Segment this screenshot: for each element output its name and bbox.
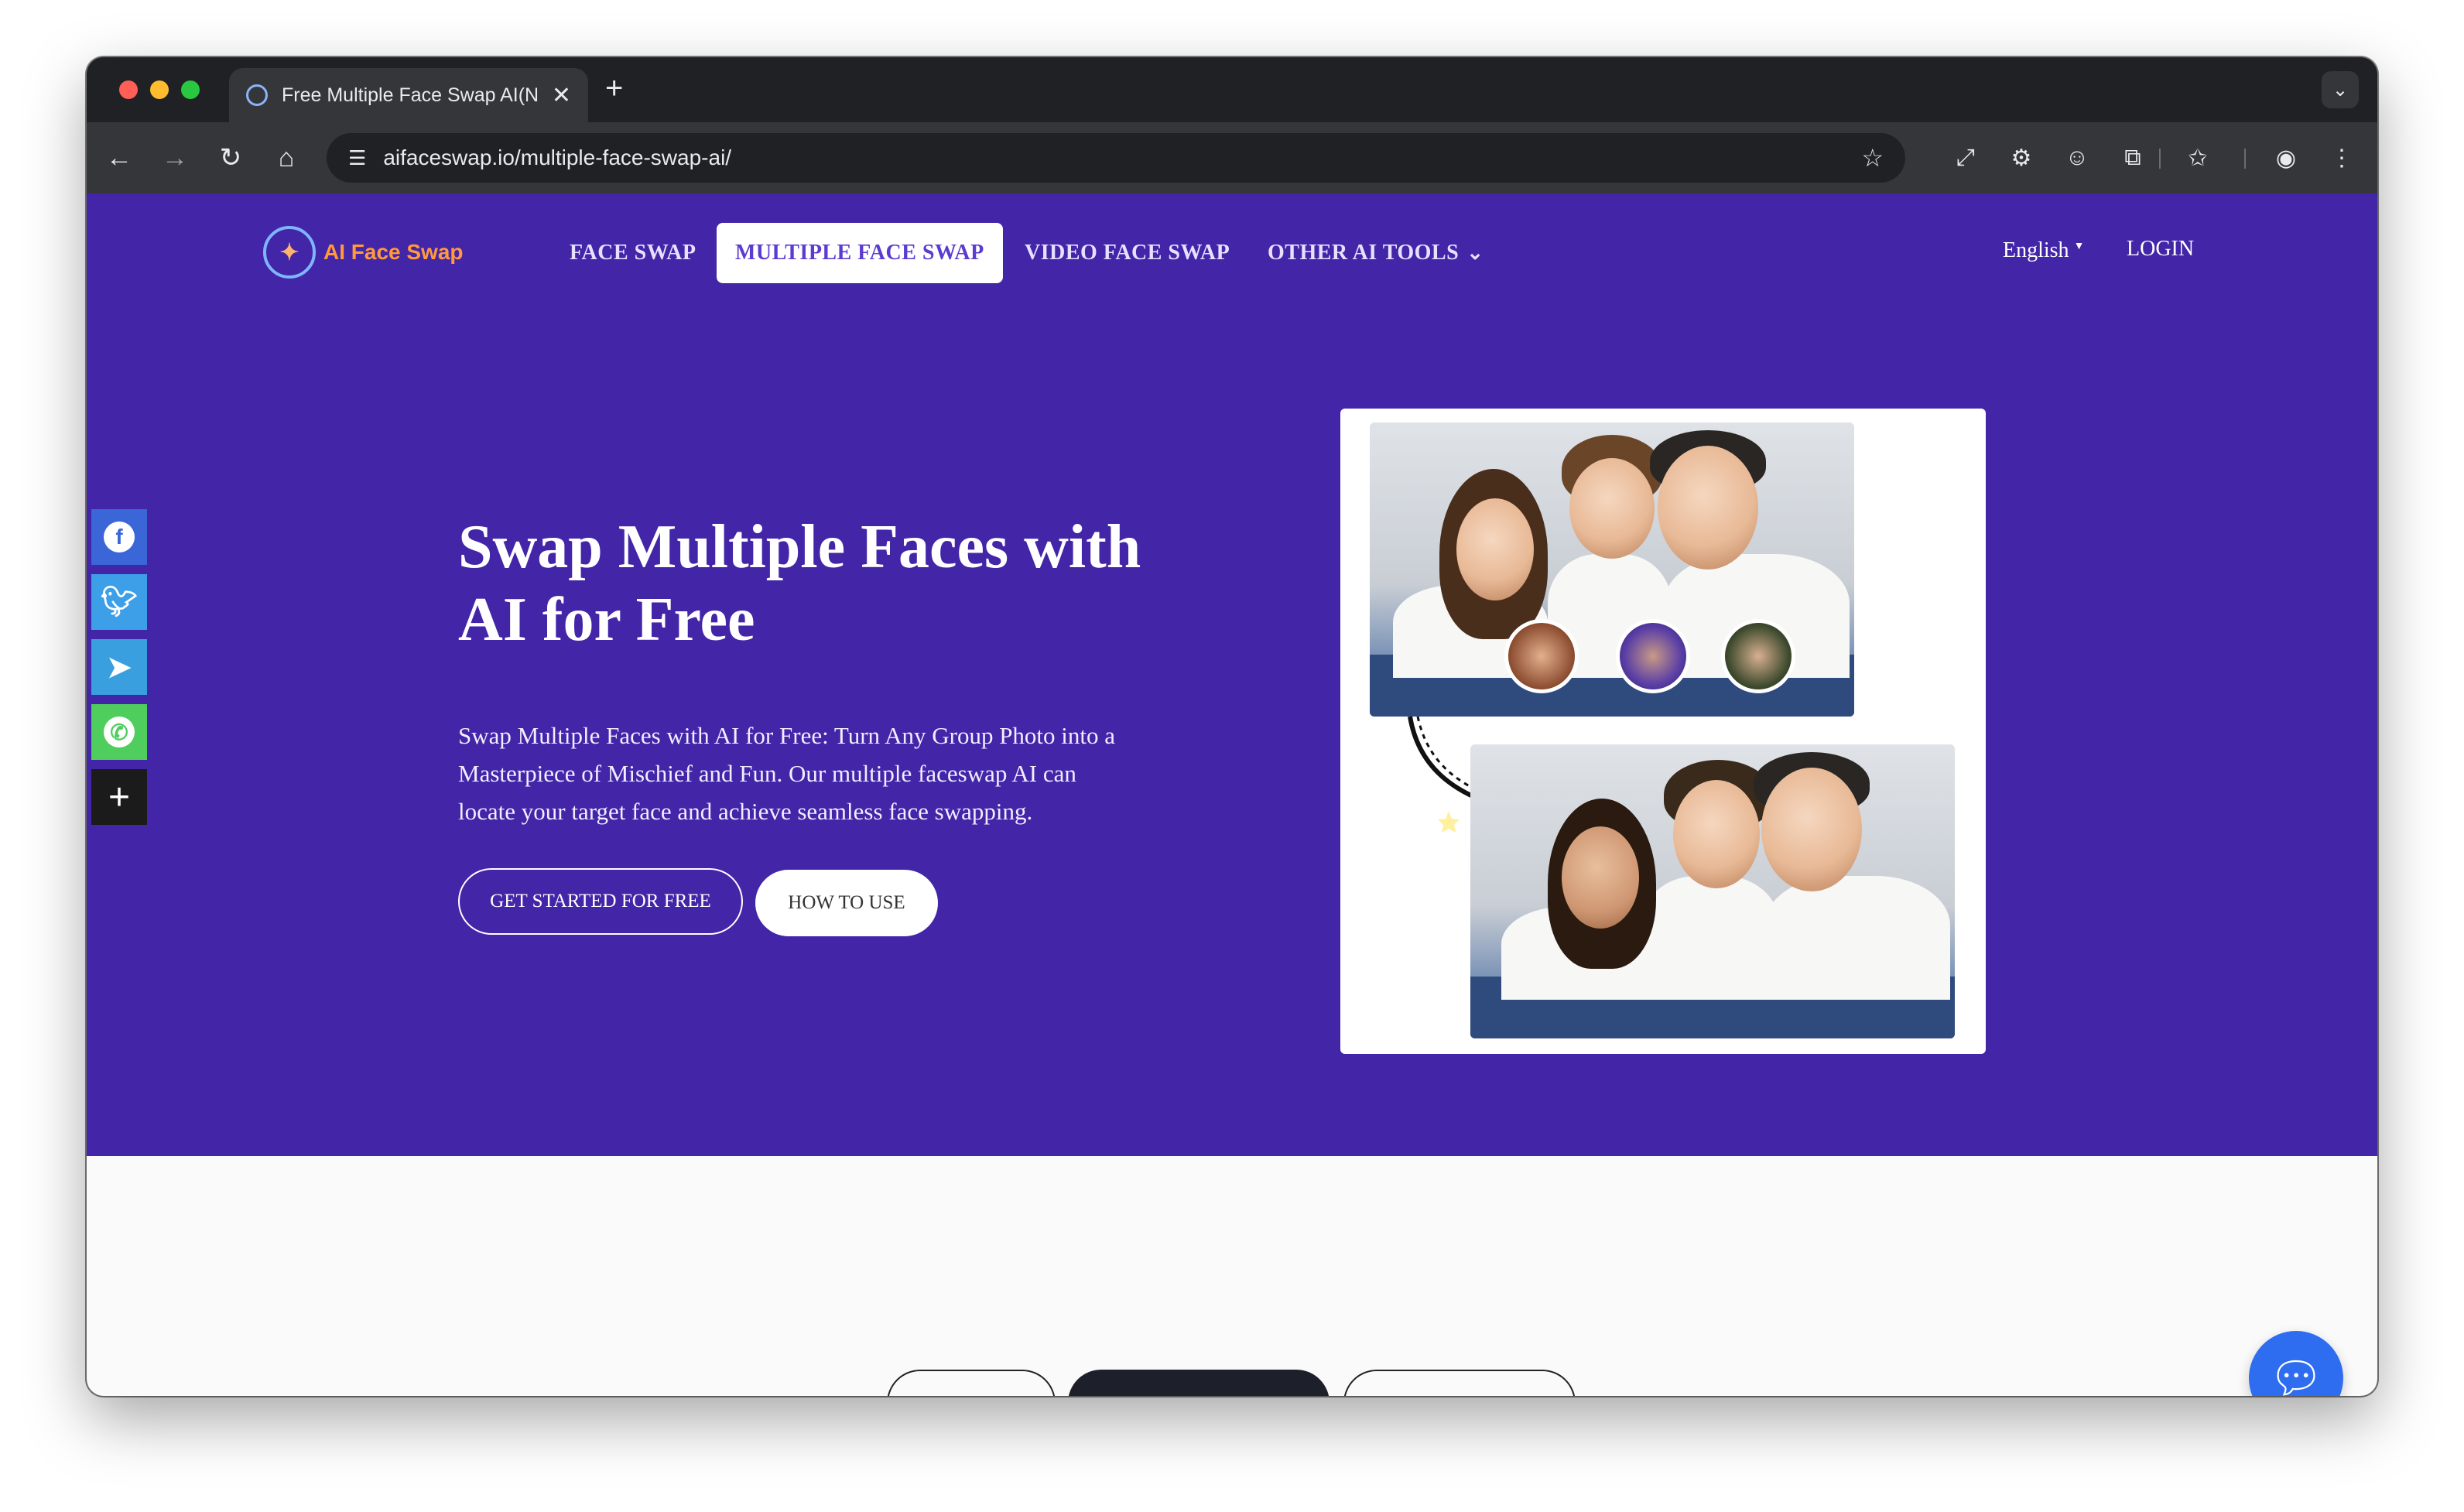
language-selector[interactable]: English ▼ bbox=[2003, 238, 2084, 263]
share-whatsapp[interactable]: ✆ bbox=[91, 704, 147, 760]
tab-face-swap[interactable]: FACE SWAP bbox=[887, 1370, 1056, 1396]
share-facebook[interactable]: f bbox=[91, 509, 147, 565]
back-arrow-icon[interactable]: ← bbox=[101, 139, 138, 176]
original-group-photo bbox=[1370, 422, 1854, 717]
browser-menu-icon[interactable]: ⋮ bbox=[2323, 139, 2360, 176]
swapped-group-photo bbox=[1470, 744, 1955, 1038]
hero-headline: Swap Multiple Faces with AI for Free bbox=[458, 513, 1141, 654]
profile-avatar-icon[interactable]: ◉ bbox=[2267, 139, 2305, 176]
target-face-circle bbox=[1616, 619, 1690, 693]
tab-multiple-swap-face[interactable]: MULTIPLE SWAP FACE bbox=[1068, 1370, 1330, 1396]
nav-other-ai-tools-label: OTHER AI TOOLS bbox=[1268, 241, 1460, 265]
address-bar[interactable]: ☰ aifaceswap.io/multiple-face-swap-ai/ ☆ bbox=[327, 133, 1905, 183]
share-telegram[interactable]: ➤ bbox=[91, 639, 147, 695]
expand-icon[interactable]: ⤢ bbox=[1947, 139, 1984, 176]
site-settings-icon[interactable]: ☰ bbox=[348, 146, 366, 170]
whatsapp-icon: ✆ bbox=[104, 717, 135, 747]
facebook-icon: f bbox=[104, 522, 135, 552]
browser-window: Free Multiple Face Swap AI(N ✕ + ⌄ ← → ↻… bbox=[87, 57, 2377, 1396]
nav-face-swap[interactable]: FACE SWAP bbox=[570, 223, 696, 283]
example-image-card bbox=[1340, 409, 1986, 1054]
browser-tab-active[interactable]: Free Multiple Face Swap AI(N ✕ bbox=[229, 68, 588, 122]
extension-icon[interactable]: ⚙ bbox=[2003, 139, 2040, 176]
twitter-icon: 🐦︎ bbox=[100, 586, 139, 618]
share-more[interactable]: + bbox=[91, 769, 147, 825]
web-page: ✦ AI Face Swap FACE SWAP MULTIPLE FACE S… bbox=[87, 193, 2377, 1396]
tab-title: Free Multiple Face Swap AI(N bbox=[282, 84, 539, 106]
site-favicon-icon bbox=[246, 84, 268, 106]
tab-strip: Free Multiple Face Swap AI(N ✕ + ⌄ bbox=[87, 57, 2377, 122]
minimize-window-button[interactable] bbox=[150, 80, 169, 99]
hero-description: Swap Multiple Faces with AI for Free: Tu… bbox=[458, 722, 1116, 825]
photo-face-boy bbox=[1569, 458, 1655, 559]
url-text[interactable]: aifaceswap.io/multiple-face-swap-ai/ bbox=[383, 145, 1861, 170]
telegram-icon: ➤ bbox=[107, 651, 132, 684]
target-face-circle bbox=[1721, 619, 1795, 693]
target-face-circle bbox=[1504, 619, 1579, 693]
browser-toolbar: ← → ↻ ⌂ ☰ aifaceswap.io/multiple-face-sw… bbox=[87, 122, 2377, 193]
chat-button[interactable]: 💬︎ bbox=[2249, 1331, 2343, 1396]
toolbar-divider bbox=[2244, 149, 2246, 169]
login-link[interactable]: LOGIN bbox=[2127, 237, 2194, 262]
photo-face-man bbox=[1658, 446, 1758, 570]
photo-shirt bbox=[1764, 876, 1950, 1000]
photo-face-man-swapped bbox=[1673, 780, 1760, 888]
photo-face-man bbox=[1761, 768, 1862, 891]
reload-icon[interactable]: ↻ bbox=[212, 139, 249, 176]
bookmark-star-icon[interactable]: ☆ bbox=[1861, 143, 1884, 173]
chevron-down-icon: ⌄ bbox=[1466, 241, 1484, 264]
reading-list-icon[interactable]: ✩ bbox=[2179, 139, 2216, 176]
how-to-use-button[interactable]: HOW TO USE bbox=[755, 870, 938, 936]
photo-face-woman bbox=[1562, 826, 1639, 929]
extensions-puzzle-icon[interactable]: ⧉ bbox=[2114, 139, 2151, 176]
close-window-button[interactable] bbox=[119, 80, 138, 99]
nav-multiple-face-swap[interactable]: MULTIPLE FACE SWAP bbox=[717, 223, 1003, 283]
extension-face-icon[interactable]: ☺ bbox=[2058, 139, 2096, 176]
nav-other-ai-tools[interactable]: OTHER AI TOOLS ⌄ bbox=[1268, 223, 1484, 283]
new-tab-button[interactable]: + bbox=[605, 71, 623, 106]
maximize-window-button[interactable] bbox=[181, 80, 200, 99]
nav-video-face-swap[interactable]: VIDEO FACE SWAP bbox=[1025, 223, 1230, 283]
toolbar-divider bbox=[2159, 149, 2161, 169]
plus-icon: + bbox=[108, 776, 131, 818]
photo-face-woman bbox=[1456, 498, 1534, 600]
chat-bubble-icon: 💬︎ bbox=[2268, 1353, 2324, 1396]
share-twitter[interactable]: 🐦︎ bbox=[91, 574, 147, 630]
forward-arrow-icon[interactable]: → bbox=[156, 139, 193, 176]
language-label: English bbox=[2003, 238, 2069, 262]
tab-video-swap-face[interactable]: VIDEO SWAP FACE bbox=[1343, 1370, 1576, 1396]
tab-search-chevron-icon[interactable]: ⌄ bbox=[2322, 71, 2359, 108]
home-icon[interactable]: ⌂ bbox=[268, 139, 305, 176]
caret-down-icon: ▼ bbox=[2073, 240, 2085, 252]
get-started-button[interactable]: GET STARTED FOR FREE bbox=[458, 868, 743, 935]
hero-section: ✦ AI Face Swap FACE SWAP MULTIPLE FACE S… bbox=[87, 193, 2377, 1156]
tab-close-icon[interactable]: ✕ bbox=[552, 82, 571, 109]
photo-shirt bbox=[1641, 876, 1780, 1000]
